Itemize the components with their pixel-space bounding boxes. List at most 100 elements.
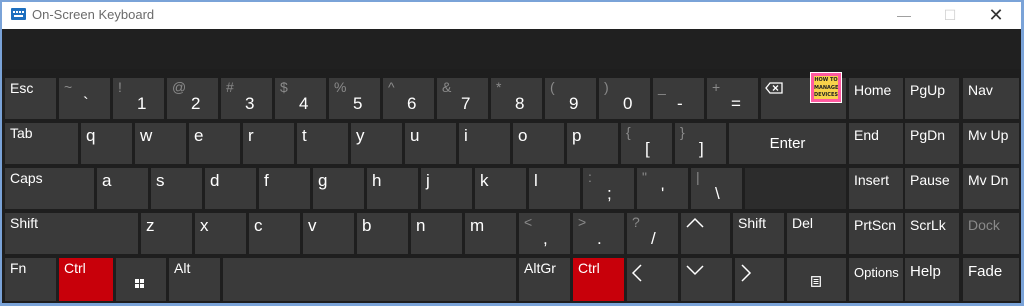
key-ctrl-left-label: Ctrl bbox=[64, 260, 86, 276]
key-ctrl-left[interactable]: Ctrl bbox=[59, 258, 113, 301]
key-d[interactable]: d bbox=[205, 168, 256, 209]
key-period[interactable]: >. bbox=[573, 213, 624, 254]
key-home-label: Home bbox=[854, 82, 892, 98]
key-scrlk[interactable]: ScrLk bbox=[905, 213, 959, 254]
key-shift-right[interactable]: Shift bbox=[733, 213, 784, 254]
key-w[interactable]: w bbox=[135, 123, 186, 164]
key-j[interactable]: j bbox=[421, 168, 472, 209]
key-y[interactable]: y bbox=[351, 123, 402, 164]
key-mv-up[interactable]: Mv Up bbox=[963, 123, 1019, 164]
key-u-label: u bbox=[410, 126, 420, 145]
key-backquote[interactable]: ~ ` bbox=[59, 78, 110, 119]
key-right-bracket[interactable]: }] bbox=[675, 123, 726, 164]
key-arrow-left[interactable] bbox=[627, 258, 678, 301]
key-home[interactable]: Home bbox=[849, 78, 903, 119]
key-backslash[interactable]: | \ bbox=[691, 168, 742, 209]
key-k[interactable]: k bbox=[475, 168, 526, 209]
logo-line-1: HOW TO bbox=[814, 77, 838, 83]
key-pgup[interactable]: PgUp bbox=[905, 78, 959, 119]
key-5[interactable]: % 5 bbox=[329, 78, 380, 119]
key-0-shift: ) bbox=[604, 79, 609, 95]
key-left-bracket[interactable]: {[ bbox=[621, 123, 672, 164]
minimize-button[interactable]: — bbox=[881, 2, 927, 29]
key-dock[interactable]: Dock bbox=[963, 213, 1019, 254]
key-a[interactable]: a bbox=[97, 168, 148, 209]
key-9-char: 9 bbox=[569, 94, 579, 113]
key-nav-label: Nav bbox=[968, 82, 993, 98]
key-enter[interactable]: Enter bbox=[729, 123, 846, 164]
key-n[interactable]: n bbox=[411, 213, 462, 254]
key-shift-left[interactable]: Shift bbox=[5, 213, 138, 254]
key-tab[interactable]: Tab bbox=[5, 123, 78, 164]
key-f[interactable]: f bbox=[259, 168, 310, 209]
key-z[interactable]: z bbox=[141, 213, 192, 254]
key-r[interactable]: r bbox=[243, 123, 294, 164]
key-s[interactable]: s bbox=[151, 168, 202, 209]
key-fade[interactable]: Fade bbox=[963, 258, 1019, 301]
key-1[interactable]: ! 1 bbox=[113, 78, 164, 119]
key-3[interactable]: #3 bbox=[221, 78, 272, 119]
key-scrlk-label: ScrLk bbox=[910, 217, 946, 233]
close-button[interactable]: ✕ bbox=[973, 2, 1019, 29]
key-quote-char: ' bbox=[661, 184, 665, 203]
key-m[interactable]: m bbox=[465, 213, 516, 254]
key-space[interactable] bbox=[223, 258, 516, 301]
key-arrow-down[interactable] bbox=[681, 258, 732, 301]
key-esc-label: Esc bbox=[10, 80, 34, 96]
key-6[interactable]: ^ 6 bbox=[383, 78, 434, 119]
key-caps[interactable]: Caps bbox=[5, 168, 94, 209]
key-8[interactable]: * 8 bbox=[491, 78, 542, 119]
key-alt[interactable]: Alt bbox=[169, 258, 220, 301]
key-fn[interactable]: Fn bbox=[5, 258, 56, 301]
key-altgr[interactable]: AltGr bbox=[519, 258, 570, 301]
maximize-button[interactable]: ☐ bbox=[927, 2, 973, 29]
key-pgdn[interactable]: PgDn bbox=[905, 123, 959, 164]
key-arrow-up[interactable] bbox=[681, 213, 730, 254]
key-c[interactable]: c bbox=[249, 213, 300, 254]
key-quote[interactable]: " ' bbox=[637, 168, 688, 209]
key-help[interactable]: Help bbox=[905, 258, 959, 301]
key-e[interactable]: e bbox=[189, 123, 240, 164]
key-context-menu[interactable] bbox=[787, 258, 846, 301]
key-v[interactable]: v bbox=[303, 213, 354, 254]
key-arrow-right[interactable] bbox=[735, 258, 784, 301]
key-windows[interactable] bbox=[116, 258, 166, 301]
key-slash[interactable]: ? / bbox=[627, 213, 678, 254]
key-h[interactable]: h bbox=[367, 168, 418, 209]
key-options[interactable]: Options bbox=[849, 258, 903, 301]
key-t[interactable]: t bbox=[297, 123, 348, 164]
key-2[interactable]: @2 bbox=[167, 78, 218, 119]
key-i[interactable]: i bbox=[459, 123, 510, 164]
key-g[interactable]: g bbox=[313, 168, 364, 209]
key-l[interactable]: l bbox=[529, 168, 580, 209]
key-a-label: a bbox=[102, 171, 112, 190]
key-prtscn[interactable]: PrtScn bbox=[849, 213, 903, 254]
key-esc[interactable]: Esc bbox=[5, 78, 56, 119]
key-0[interactable]: ) 0 bbox=[599, 78, 650, 119]
key-semicolon[interactable]: :; bbox=[583, 168, 634, 209]
key-ctrl-right[interactable]: Ctrl bbox=[573, 258, 624, 301]
key-insert[interactable]: Insert bbox=[849, 168, 903, 209]
key-semicolon-shift: : bbox=[588, 169, 592, 185]
key-u[interactable]: u bbox=[405, 123, 456, 164]
key-mv-dn-label: Mv Dn bbox=[968, 172, 1009, 188]
key-7[interactable]: & 7 bbox=[437, 78, 488, 119]
key-q[interactable]: q bbox=[81, 123, 132, 164]
key-equals[interactable]: + = bbox=[707, 78, 758, 119]
key-insert-label: Insert bbox=[854, 172, 890, 188]
key-p[interactable]: p bbox=[567, 123, 618, 164]
key-o[interactable]: o bbox=[513, 123, 564, 164]
key-del[interactable]: Del bbox=[787, 213, 846, 254]
key-end[interactable]: End bbox=[849, 123, 903, 164]
key-pause[interactable]: Pause bbox=[905, 168, 959, 209]
key-x[interactable]: x bbox=[195, 213, 246, 254]
key-9[interactable]: (9 bbox=[545, 78, 596, 119]
close-icon: ✕ bbox=[988, 5, 1004, 25]
key-mv-dn[interactable]: Mv Dn bbox=[963, 168, 1019, 209]
key-d-label: d bbox=[210, 171, 220, 190]
key-b[interactable]: b bbox=[357, 213, 408, 254]
key-4[interactable]: $4 bbox=[275, 78, 326, 119]
key-minus[interactable]: _ - bbox=[653, 78, 704, 119]
key-comma[interactable]: <, bbox=[519, 213, 570, 254]
key-nav[interactable]: Nav bbox=[963, 78, 1019, 119]
